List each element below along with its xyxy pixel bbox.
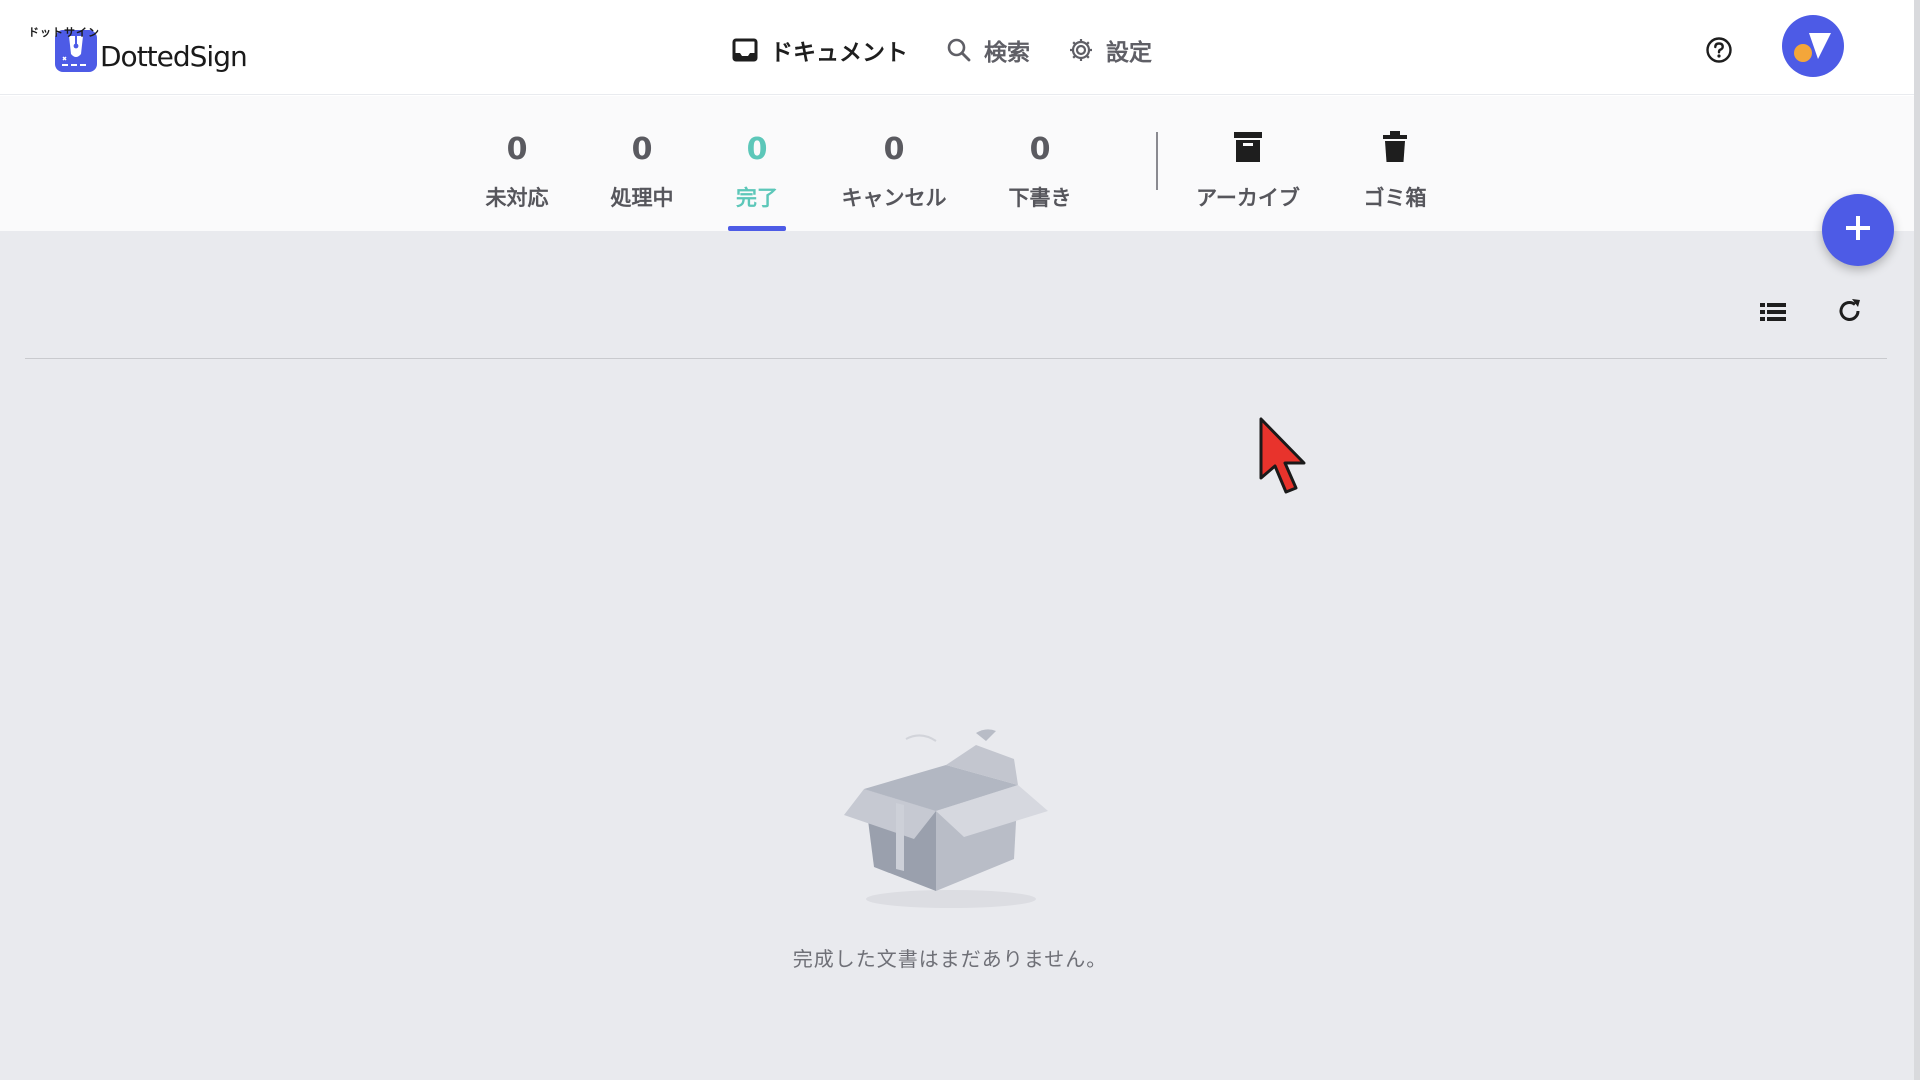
tab-pending-count: 0	[506, 132, 528, 167]
document-list-area: 完成した文書はまだありません。	[0, 194, 1914, 1080]
tab-cancelled[interactable]: 0 キャンセル	[832, 96, 956, 231]
gear-icon	[1066, 35, 1096, 65]
list-divider	[25, 358, 1887, 359]
empty-box-icon	[836, 719, 1066, 919]
trash-icon	[1380, 130, 1410, 164]
avatar[interactable]	[1782, 15, 1844, 77]
tab-pending[interactable]: 0 未対応	[473, 96, 561, 231]
tab-cancelled-count: 0	[883, 132, 905, 167]
tab-processing-count: 0	[631, 132, 653, 167]
list-view-icon[interactable]	[1758, 297, 1788, 327]
tab-completed[interactable]: 0 完了	[728, 96, 786, 231]
plus-icon	[1843, 213, 1873, 247]
tab-separator	[1156, 132, 1158, 190]
tab-archive[interactable]: アーカイブ	[1190, 96, 1306, 231]
main-nav: ドキュメント 検索 設定	[730, 28, 1188, 72]
tab-trash-label: ゴミ箱	[1363, 186, 1427, 210]
tab-cancelled-label: キャンセル	[841, 186, 947, 210]
tab-trash[interactable]: ゴミ箱	[1358, 96, 1432, 231]
nav-documents[interactable]: ドキュメント	[730, 33, 908, 67]
nav-settings-label: 設定	[1106, 40, 1152, 66]
empty-message: 完成した文書はまだありません。	[792, 947, 1108, 971]
nav-settings[interactable]: 設定	[1066, 33, 1152, 67]
inbox-icon	[730, 35, 760, 65]
search-icon	[944, 35, 974, 65]
help-circle-icon[interactable]	[1704, 35, 1734, 65]
nav-search[interactable]: 検索	[944, 33, 1030, 67]
nav-search-label: 検索	[984, 40, 1030, 66]
tab-processing-label: 処理中	[610, 186, 674, 210]
tab-completed-label: 完了	[736, 186, 778, 210]
add-document-button[interactable]	[1822, 194, 1894, 266]
app: ドットサイン DottedSign ドキュメント 検索 設定 0 未対応 0 処…	[0, 0, 1920, 1080]
brand-name: DottedSign	[100, 40, 248, 73]
tab-completed-count: 0	[746, 132, 768, 167]
tab-draft-count: 0	[1029, 132, 1051, 167]
refresh-icon[interactable]	[1835, 296, 1865, 326]
tab-pending-label: 未対応	[485, 186, 549, 210]
tab-draft-label: 下書き	[1008, 186, 1072, 210]
tab-processing[interactable]: 0 処理中	[598, 96, 686, 231]
status-tabs: 0 未対応 0 処理中 0 完了 0 キャンセル 0 下書き アーカイブ ゴミ箱	[0, 96, 1914, 231]
nav-documents-label: ドキュメント	[770, 40, 908, 66]
archive-icon	[1233, 130, 1263, 164]
brand-logo[interactable]: ドットサイン DottedSign	[28, 24, 248, 72]
window-edge	[1914, 0, 1920, 1080]
tab-archive-label: アーカイブ	[1196, 186, 1300, 210]
tab-draft[interactable]: 0 下書き	[998, 96, 1082, 231]
brand-ruby: ドットサイン	[28, 26, 100, 39]
top-bar: ドットサイン DottedSign ドキュメント 検索 設定	[0, 0, 1914, 95]
